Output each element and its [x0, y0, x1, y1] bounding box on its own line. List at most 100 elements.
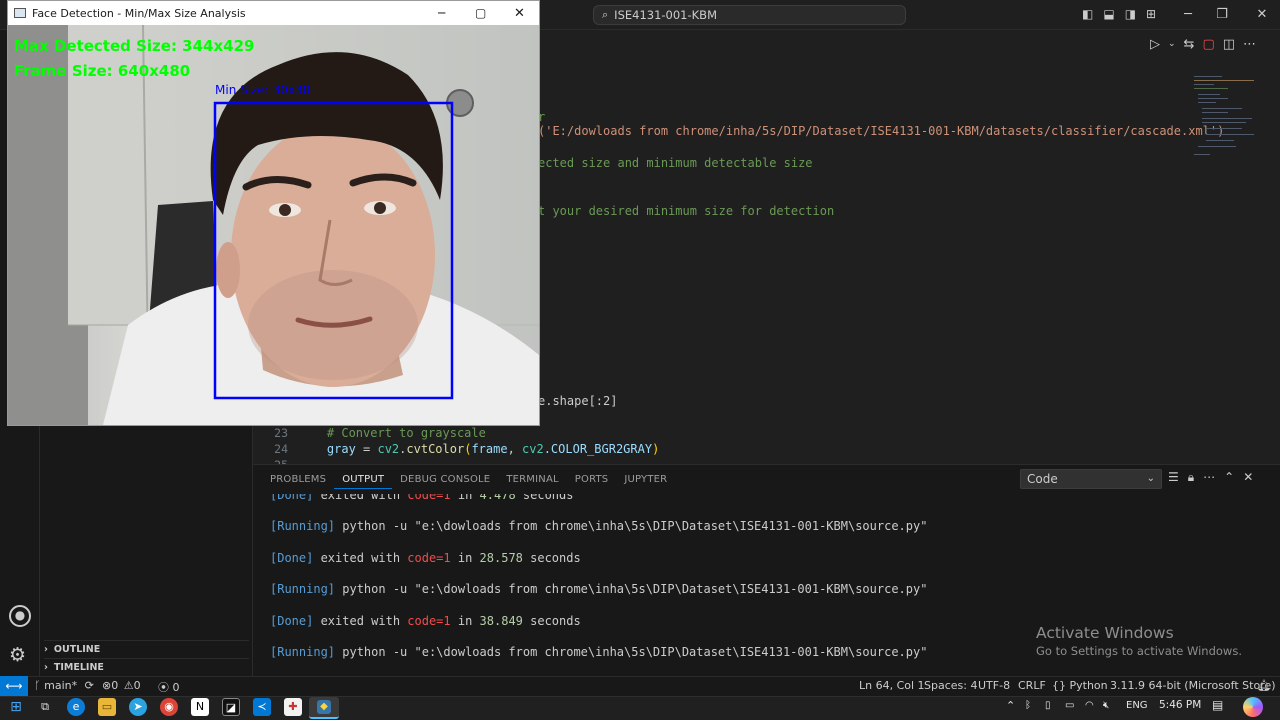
- input-language[interactable]: ENG: [1126, 700, 1148, 711]
- maximize-panel-icon[interactable]: ⌃: [1224, 470, 1234, 485]
- timeline-section[interactable]: › TIMELINE: [44, 658, 249, 676]
- output-token: python -u "e:\dowloads from chrome\inha\…: [335, 582, 928, 596]
- code-line: ected size and minimum detectable size: [538, 156, 813, 170]
- min-size-label: Min Size: 30x30: [215, 83, 311, 97]
- output-token: [Done]: [270, 614, 314, 628]
- problems-indicator[interactable]: ⊗0 ⚠0: [102, 679, 141, 692]
- close-icon[interactable]: ✕: [514, 6, 525, 21]
- tab-jupyter[interactable]: JUPYTER: [616, 471, 675, 489]
- command-center-search[interactable]: ⌕ ISE4131-001-KBM: [593, 5, 906, 25]
- volume-muted-icon[interactable]: 🔇︎: [1103, 700, 1109, 711]
- edge-browser-icon[interactable]: e: [67, 698, 85, 716]
- tab-terminal[interactable]: TERMINAL: [498, 471, 566, 489]
- code-line: ('E:/dowloads from chrome/inha/5s/DIP/Da…: [538, 124, 1224, 138]
- output-token: exited with: [313, 614, 408, 628]
- wifi-icon[interactable]: ◠: [1085, 700, 1094, 711]
- code-token: # Convert to grayscale: [298, 426, 486, 440]
- language-mode[interactable]: {} Python: [1052, 679, 1108, 692]
- vscode-taskbar-icon[interactable]: ≺: [253, 698, 271, 716]
- capcut-icon[interactable]: ◪: [222, 698, 240, 716]
- watermark-subtitle: Go to Settings to activate Windows.: [1036, 644, 1242, 658]
- app-icon[interactable]: ✚: [284, 698, 302, 716]
- cursor-position[interactable]: Ln 64, Col 1: [859, 679, 925, 692]
- customize-layout-icon[interactable]: ⊞: [1146, 7, 1156, 21]
- code-token: e.shape[:2]: [538, 394, 618, 408]
- telegram-icon[interactable]: ➤: [129, 698, 147, 716]
- watermark-title: Activate Windows: [1036, 624, 1174, 642]
- line-number: 23: [274, 426, 288, 440]
- code-token: t your desired minimum size for detectio…: [538, 204, 835, 218]
- maximize-icon[interactable]: ▢: [475, 6, 486, 20]
- ports-indicator[interactable]: ⦿ 0: [158, 679, 180, 695]
- notification-center-icon[interactable]: ▤: [1212, 698, 1223, 712]
- accounts-icon[interactable]: ●: [9, 605, 31, 627]
- python-icon: ◆: [317, 700, 331, 714]
- compare-changes-icon[interactable]: ⇆: [1184, 37, 1195, 52]
- tab-ports[interactable]: PORTS: [567, 471, 617, 489]
- sync-icon[interactable]: ⟳: [85, 679, 94, 692]
- copilot-icon[interactable]: [1243, 697, 1263, 717]
- panel-tabs: PROBLEMS OUTPUT DEBUG CONSOLE TERMINAL P…: [262, 471, 675, 489]
- line-number: 24: [274, 442, 288, 456]
- notifications-bell-icon[interactable]: 🔔︎: [1257, 679, 1271, 692]
- close-panel-icon[interactable]: ✕: [1243, 470, 1253, 485]
- toggle-secondary-sidebar-icon[interactable]: ◨: [1125, 7, 1136, 21]
- more-actions-icon[interactable]: ⋯: [1243, 37, 1256, 52]
- chrome-icon[interactable]: ◉: [160, 698, 178, 716]
- output-line: [Done] exited with code=1 in 28.578 seco…: [270, 551, 581, 565]
- notion-icon[interactable]: N: [191, 698, 209, 716]
- file-explorer-icon[interactable]: ▭: [98, 698, 116, 716]
- branch-indicator[interactable]: ᚴ main* ⟳: [34, 679, 94, 692]
- output-token: code=1: [407, 551, 451, 565]
- bluetooth-icon[interactable]: ᛒ: [1025, 700, 1031, 711]
- clock-time[interactable]: 5:46 PM: [1159, 699, 1201, 711]
- encoding[interactable]: UTF-8: [978, 679, 1010, 692]
- code-line: # Convert to grayscale: [298, 426, 486, 440]
- tab-problems[interactable]: PROBLEMS: [262, 471, 334, 489]
- close-icon[interactable]: ✕: [1252, 6, 1272, 24]
- minimap[interactable]: [1192, 72, 1262, 162]
- python-running-app[interactable]: ◆: [309, 697, 339, 719]
- code-token: cvtColor: [406, 442, 465, 456]
- outline-section[interactable]: › OUTLINE: [44, 640, 249, 658]
- lock-icon[interactable]: 🔒︎: [1188, 470, 1194, 485]
- code-line: gray = cv2.cvtColor(frame, cv2.COLOR_BGR…: [298, 442, 659, 456]
- restore-icon[interactable]: ❐: [1212, 6, 1232, 24]
- start-windows-icon[interactable]: ⊞: [7, 698, 25, 716]
- indentation[interactable]: Spaces: 4: [924, 679, 977, 692]
- code-token: cv2: [377, 442, 400, 456]
- code-token: ): [652, 442, 660, 456]
- error-count: 0: [111, 679, 119, 692]
- list-filter-icon[interactable]: ☰: [1168, 470, 1179, 485]
- phone-link-icon[interactable]: ▯: [1045, 700, 1051, 711]
- chevron-down-icon[interactable]: ⌄: [1168, 39, 1176, 49]
- output-token: seconds: [522, 551, 581, 565]
- language-label: Python: [1069, 679, 1108, 692]
- settings-gear-icon[interactable]: ⚙: [9, 644, 26, 666]
- radio-tower-icon: ⦿: [158, 681, 169, 694]
- stop-icon[interactable]: ▢: [1202, 37, 1214, 52]
- task-view-icon[interactable]: ⧉: [36, 698, 54, 716]
- end-of-line[interactable]: CRLF: [1018, 679, 1046, 692]
- tab-output[interactable]: OUTPUT: [334, 471, 393, 489]
- code-token: cv2: [522, 442, 544, 456]
- show-hidden-icons-icon[interactable]: ⌃: [1006, 699, 1015, 712]
- code-line: e.shape[:2]: [538, 394, 617, 408]
- output-channel-select[interactable]: Code ⌄: [1020, 469, 1162, 489]
- toggle-primary-sidebar-icon[interactable]: ◧: [1082, 7, 1093, 21]
- opencv-titlebar[interactable]: Face Detection - Min/Max Size Analysis ─…: [8, 1, 539, 25]
- run-icon[interactable]: ▷: [1150, 37, 1160, 52]
- layout-controls: ◧ ⬓ ◨ ⊞: [1082, 7, 1156, 21]
- split-editor-icon[interactable]: ◫: [1223, 37, 1235, 52]
- minimize-icon[interactable]: ─: [1178, 6, 1198, 24]
- panel-actions: ☰ 🔒︎ ⋯ ⌃ ✕: [1168, 470, 1253, 485]
- output-token: python -u "e:\dowloads from chrome\inha\…: [335, 645, 928, 659]
- toggle-panel-icon[interactable]: ⬓: [1103, 7, 1114, 21]
- tab-debug-console[interactable]: DEBUG CONSOLE: [392, 471, 498, 489]
- python-interpreter[interactable]: 3.11.9 64-bit (Microsoft Store): [1110, 679, 1276, 692]
- battery-icon[interactable]: ▭: [1065, 700, 1074, 711]
- minimize-icon[interactable]: ─: [438, 6, 445, 20]
- remote-indicator-icon[interactable]: ⟷: [0, 676, 28, 696]
- more-actions-icon[interactable]: ⋯: [1203, 470, 1215, 485]
- output-line: [Running] python -u "e:\dowloads from ch…: [270, 645, 927, 659]
